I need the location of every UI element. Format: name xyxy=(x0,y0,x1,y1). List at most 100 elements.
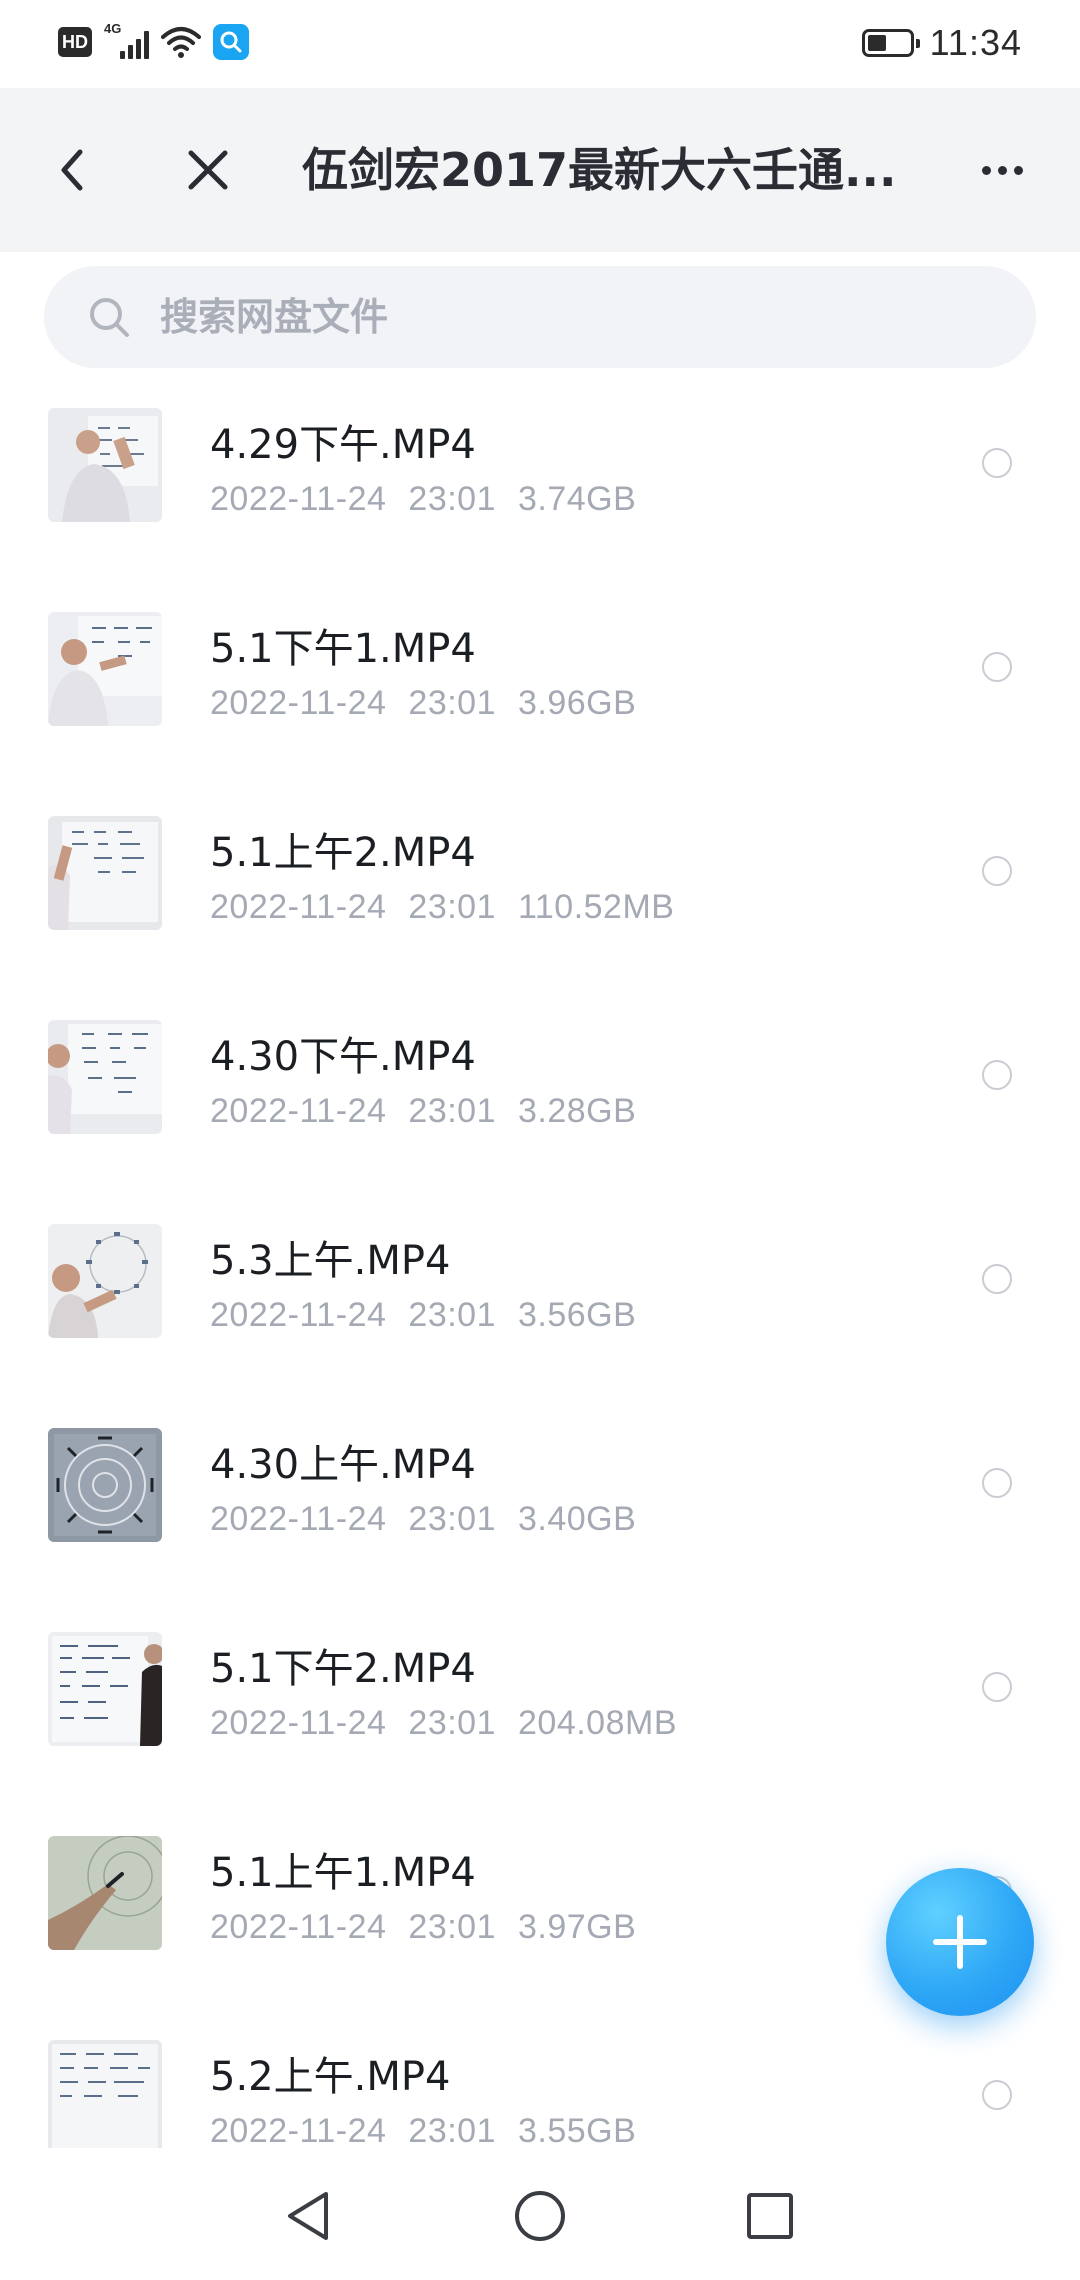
system-back-button[interactable] xyxy=(278,2186,338,2246)
file-meta: 2022-11-24 23:01 3.74GB xyxy=(210,480,658,519)
file-name: 4.29下午.MP4 xyxy=(210,422,476,468)
file-meta: 2022-11-24 23:01 204.08MB xyxy=(210,1704,699,1743)
file-name: 5.1下午1.MP4 xyxy=(210,626,476,672)
video-thumbnail xyxy=(48,1224,162,1338)
select-radio[interactable] xyxy=(982,448,1012,478)
battery-icon xyxy=(861,29,920,57)
file-time: 23:01 xyxy=(408,1704,496,1742)
file-time: 23:01 xyxy=(408,684,496,722)
select-radio[interactable] xyxy=(982,1264,1012,1294)
search-icon xyxy=(86,294,132,340)
file-row[interactable]: 5.3上午.MP4 2022-11-24 23:01 3.56GB xyxy=(0,1216,1080,1420)
back-button[interactable] xyxy=(40,138,104,202)
file-size: 3.28GB xyxy=(518,1092,637,1130)
system-recents-button[interactable] xyxy=(740,2186,800,2246)
select-radio[interactable] xyxy=(982,856,1012,886)
file-meta: 2022-11-24 23:01 3.56GB xyxy=(210,1296,658,1335)
file-row[interactable]: 5.1上午2.MP4 2022-11-24 23:01 110.52MB xyxy=(0,808,1080,1012)
select-radio[interactable] xyxy=(982,1468,1012,1498)
triangle-back-icon xyxy=(288,2192,328,2240)
hd-indicator: HD xyxy=(58,27,92,57)
file-name: 5.1下午2.MP4 xyxy=(210,1646,476,1692)
file-row[interactable]: 5.1下午2.MP4 2022-11-24 23:01 204.08MB xyxy=(0,1624,1080,1828)
more-horizontal-icon xyxy=(981,165,991,175)
file-meta: 2022-11-24 23:01 3.97GB xyxy=(210,1908,658,1947)
wifi-icon xyxy=(161,25,201,59)
status-bar: HD 4G 11:34 xyxy=(0,0,1080,88)
battery-level xyxy=(867,35,886,51)
file-date: 2022-11-24 xyxy=(210,684,387,722)
file-time: 23:01 xyxy=(408,1092,496,1130)
file-row[interactable]: 4.30下午.MP4 2022-11-24 23:01 3.28GB xyxy=(0,1012,1080,1216)
status-icons-right: 11:34 xyxy=(861,22,1022,64)
file-meta: 2022-11-24 23:01 3.96GB xyxy=(210,684,658,723)
search-app-notification-icon xyxy=(213,24,249,60)
close-icon xyxy=(188,150,228,190)
square-recents-icon xyxy=(747,2193,793,2239)
file-name: 5.2上午.MP4 xyxy=(210,2054,451,2100)
video-thumbnail xyxy=(48,612,162,726)
file-meta: 2022-11-24 23:01 3.55GB xyxy=(210,2112,658,2148)
file-size: 3.40GB xyxy=(518,1500,637,1538)
file-row[interactable]: 4.29下午.MP4 2022-11-24 23:01 3.74GB xyxy=(0,400,1080,604)
select-radio[interactable] xyxy=(982,2080,1012,2110)
file-size: 3.56GB xyxy=(518,1296,637,1334)
file-size: 3.97GB xyxy=(518,1908,637,1946)
page-title: 伍剑宏2017最新大六壬通... xyxy=(302,143,897,197)
file-name: 5.3上午.MP4 xyxy=(210,1238,451,1284)
file-time: 23:01 xyxy=(408,480,496,518)
chevron-left-icon xyxy=(61,149,83,191)
file-date: 2022-11-24 xyxy=(210,888,387,926)
file-name: 4.30上午.MP4 xyxy=(210,1442,476,1488)
video-thumbnail xyxy=(48,1020,162,1134)
file-time: 23:01 xyxy=(408,1908,496,1946)
add-button[interactable] xyxy=(886,1868,1034,2016)
plus-icon xyxy=(933,1915,987,1969)
file-date: 2022-11-24 xyxy=(210,1296,387,1334)
close-button[interactable] xyxy=(176,138,240,202)
file-name: 5.1上午2.MP4 xyxy=(210,830,476,876)
select-radio[interactable] xyxy=(982,1672,1012,1702)
file-row[interactable]: 4.30上午.MP4 2022-11-24 23:01 3.40GB xyxy=(0,1420,1080,1624)
video-thumbnail xyxy=(48,408,162,522)
status-time: 11:34 xyxy=(929,22,1022,63)
file-row[interactable]: 5.2上午.MP4 2022-11-24 23:01 3.55GB xyxy=(0,2032,1080,2148)
network-type-label: 4G xyxy=(104,21,122,36)
file-name: 4.30下午.MP4 xyxy=(210,1034,476,1080)
file-date: 2022-11-24 xyxy=(210,1908,387,1946)
video-thumbnail xyxy=(48,1836,162,1950)
file-row[interactable]: 5.1下午1.MP4 2022-11-24 23:01 3.96GB xyxy=(0,604,1080,808)
file-size: 3.55GB xyxy=(518,2112,637,2148)
file-date: 2022-11-24 xyxy=(210,2112,387,2148)
file-size: 110.52MB xyxy=(518,888,675,926)
file-meta: 2022-11-24 23:01 3.28GB xyxy=(210,1092,658,1131)
file-date: 2022-11-24 xyxy=(210,1500,387,1538)
status-icons-left: HD 4G xyxy=(58,21,249,60)
cellular-signal-icon: 4G xyxy=(104,21,149,59)
file-size: 3.96GB xyxy=(518,684,637,722)
video-thumbnail xyxy=(48,816,162,930)
file-time: 23:01 xyxy=(408,1296,496,1334)
file-time: 23:01 xyxy=(408,2112,496,2148)
file-size: 3.74GB xyxy=(518,480,637,518)
file-time: 23:01 xyxy=(408,888,496,926)
circle-home-icon xyxy=(515,2191,565,2241)
system-home-button[interactable] xyxy=(510,2186,570,2246)
file-time: 23:01 xyxy=(408,1500,496,1538)
video-thumbnail xyxy=(48,2040,162,2148)
video-thumbnail xyxy=(48,1428,162,1542)
file-date: 2022-11-24 xyxy=(210,480,387,518)
file-name: 5.1上午1.MP4 xyxy=(210,1850,476,1896)
search-input[interactable] xyxy=(158,294,942,340)
file-date: 2022-11-24 xyxy=(210,1092,387,1130)
more-button[interactable] xyxy=(964,138,1040,202)
system-navigation-bar xyxy=(0,2148,1080,2280)
file-meta: 2022-11-24 23:01 3.40GB xyxy=(210,1500,658,1539)
search-bar[interactable] xyxy=(44,266,1036,368)
file-meta: 2022-11-24 23:01 110.52MB xyxy=(210,888,696,927)
select-radio[interactable] xyxy=(982,1060,1012,1090)
video-thumbnail xyxy=(48,1632,162,1746)
select-radio[interactable] xyxy=(982,652,1012,682)
file-size: 204.08MB xyxy=(518,1704,677,1742)
page-header: 伍剑宏2017最新大六壬通... xyxy=(0,88,1080,252)
